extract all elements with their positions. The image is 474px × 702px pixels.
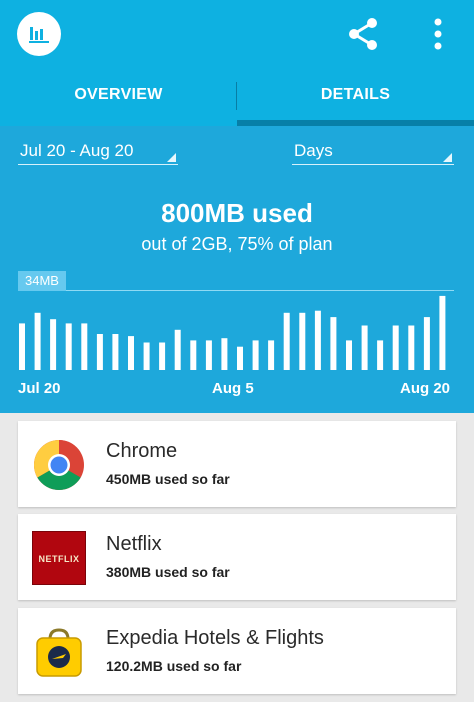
more-vert-icon[interactable] xyxy=(426,16,450,52)
netflix-icon: NETFLIX xyxy=(32,531,86,585)
app-name: Expedia Hotels & Flights xyxy=(106,627,324,649)
x-tick-label: Aug 5 xyxy=(212,380,254,397)
dropdown-arrow-icon xyxy=(443,153,452,162)
share-icon[interactable] xyxy=(344,15,382,53)
usage-bar xyxy=(221,338,228,370)
app-usage: 120.2MB used so far xyxy=(106,658,242,674)
chrome-icon xyxy=(34,440,84,490)
usage-bar xyxy=(283,312,290,370)
tab-bar: OVERVIEW DETAILS xyxy=(0,68,474,126)
usage-bar xyxy=(96,334,103,370)
usage-bar xyxy=(408,325,415,370)
tab-overview[interactable]: OVERVIEW xyxy=(0,68,237,126)
app-usage: 450MB used so far xyxy=(106,471,230,487)
usage-bar xyxy=(190,340,197,370)
unit-dropdown[interactable]: Days xyxy=(292,138,454,165)
date-range-dropdown[interactable]: Jul 20 - Aug 20 xyxy=(18,138,178,165)
app-usage: 380MB used so far xyxy=(106,564,230,580)
date-range-value: Jul 20 - Aug 20 xyxy=(20,141,134,160)
app-usage-card[interactable]: NETFLIX Netflix 380MB used so far xyxy=(18,514,456,600)
app-usage-card[interactable]: Chrome 450MB used so far xyxy=(18,421,456,507)
expedia-icon xyxy=(36,628,82,677)
usage-bar xyxy=(361,325,368,370)
usage-bar xyxy=(112,334,119,370)
app-bar xyxy=(0,0,474,69)
usage-summary: Jul 20 - Aug 20 Days 800MB used out of 2… xyxy=(0,126,474,413)
usage-bar xyxy=(34,312,41,370)
app-name: Netflix xyxy=(106,533,162,555)
usage-bar xyxy=(81,323,88,370)
usage-bar xyxy=(237,346,243,370)
usage-bar xyxy=(346,340,352,370)
usage-bar xyxy=(143,342,150,370)
usage-bar xyxy=(377,340,384,370)
usage-bar xyxy=(439,295,446,370)
usage-bar xyxy=(65,323,72,370)
chart-cap-label: 34MB xyxy=(18,271,66,291)
usage-bar xyxy=(19,323,25,370)
chart-cap-line xyxy=(66,290,454,291)
usage-subline: out of 2GB, 75% of plan xyxy=(141,234,333,254)
usage-bar xyxy=(205,340,212,370)
usage-bar xyxy=(268,340,275,370)
dropdown-arrow-icon xyxy=(167,153,176,162)
app-name: Chrome xyxy=(106,440,178,462)
x-tick-label: Aug 20 xyxy=(400,380,451,397)
x-tick-label: Jul 20 xyxy=(18,380,61,397)
usage-bar xyxy=(330,317,337,370)
usage-bar xyxy=(299,312,306,370)
daily-usage-chart xyxy=(19,295,446,370)
usage-headline: 800MB used xyxy=(161,198,313,228)
unit-value: Days xyxy=(294,141,333,160)
usage-bar xyxy=(159,342,166,370)
app-usage-card[interactable]: Expedia Hotels & Flights 120.2MB used so… xyxy=(18,608,456,694)
usage-bar xyxy=(50,319,57,370)
bar-chart-icon[interactable] xyxy=(17,12,61,56)
usage-bar xyxy=(392,325,399,370)
usage-bar xyxy=(174,329,181,370)
usage-bar xyxy=(314,310,321,370)
tab-details[interactable]: DETAILS xyxy=(237,68,474,126)
netflix-logo-text: NETFLIX xyxy=(39,554,80,564)
usage-bar xyxy=(252,340,259,370)
usage-bar xyxy=(423,317,430,370)
usage-bar xyxy=(128,336,134,370)
